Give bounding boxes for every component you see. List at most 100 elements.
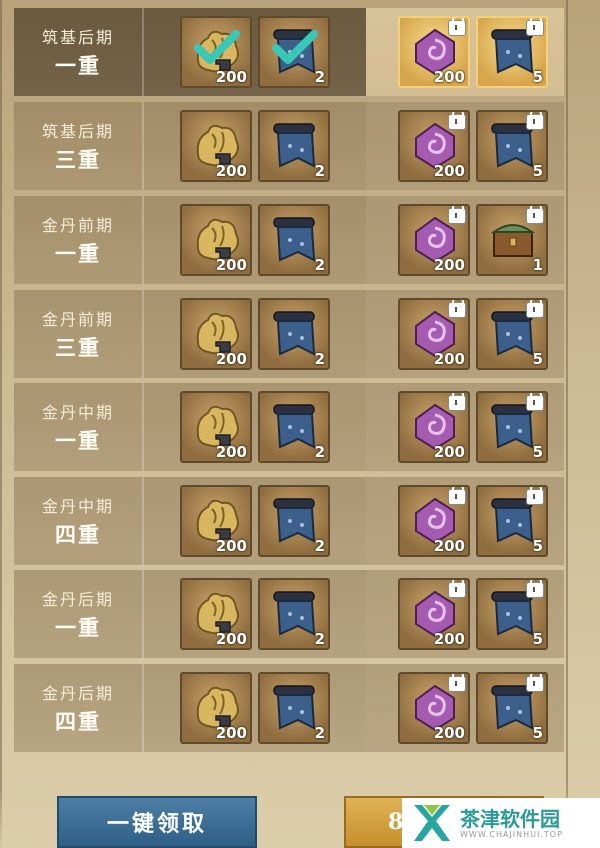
premium-reward-slot-group: 200 5 xyxy=(366,477,564,565)
stage-level: 四重 xyxy=(55,522,101,547)
reward-row: 金丹中期 一重 200 2 200 5 xyxy=(14,383,564,471)
lock-icon xyxy=(448,580,466,598)
premium-reward-item[interactable]: 5 xyxy=(476,16,548,88)
stage-label: 金丹中期 四重 xyxy=(14,477,144,565)
premium-reward-item[interactable]: 5 xyxy=(476,110,548,182)
watermark-name: 茶津软件园 xyxy=(460,806,560,831)
item-count: 5 xyxy=(532,350,543,368)
item-count: 1 xyxy=(532,256,543,274)
free-reward-item[interactable]: 200 xyxy=(180,204,252,276)
item-count: 200 xyxy=(215,443,247,461)
stage-label: 金丹前期 一重 xyxy=(14,196,144,284)
stage-name: 金丹后期 xyxy=(41,684,114,703)
free-reward-slot-group: 200 2 xyxy=(144,570,366,658)
stage-level: 一重 xyxy=(55,428,101,453)
lock-icon xyxy=(526,487,544,505)
lock-icon xyxy=(448,18,466,36)
free-reward-slot-group: 200 2 xyxy=(144,290,366,378)
free-reward-item[interactable]: 2 xyxy=(258,578,330,650)
free-reward-item[interactable]: 2 xyxy=(258,16,330,88)
item-count: 2 xyxy=(314,350,325,368)
lock-icon xyxy=(448,112,466,130)
item-count: 200 xyxy=(433,256,465,274)
premium-reward-item[interactable]: 200 xyxy=(398,110,470,182)
premium-reward-item[interactable]: 200 xyxy=(398,298,470,370)
lock-icon xyxy=(526,580,544,598)
stage-level: 四重 xyxy=(55,709,101,734)
premium-reward-item[interactable]: 5 xyxy=(476,672,548,744)
premium-reward-item[interactable]: 5 xyxy=(476,391,548,463)
stage-name: 金丹中期 xyxy=(41,497,114,516)
premium-reward-item[interactable]: 200 xyxy=(398,578,470,650)
premium-reward-item[interactable]: 200 xyxy=(398,16,470,88)
item-count: 2 xyxy=(314,68,325,86)
stage-label: 金丹前期 三重 xyxy=(14,290,144,378)
watermark-logo-icon xyxy=(414,805,450,841)
free-reward-item[interactable]: 200 xyxy=(180,110,252,182)
premium-reward-slot-group: 200 1 xyxy=(366,196,564,284)
premium-reward-item[interactable]: 200 xyxy=(398,485,470,557)
stage-label: 筑基后期 一重 xyxy=(14,8,144,96)
lock-icon xyxy=(526,18,544,36)
free-reward-item[interactable]: 2 xyxy=(258,110,330,182)
stage-level: 一重 xyxy=(55,241,101,266)
premium-reward-item[interactable]: 5 xyxy=(476,298,548,370)
free-reward-slot-group: 200 2 xyxy=(144,196,366,284)
item-count: 200 xyxy=(433,630,465,648)
watermark: 茶津软件园 WWW.CHAJINHUI.TOP xyxy=(402,798,600,848)
lock-icon xyxy=(448,206,466,224)
item-count: 200 xyxy=(215,162,247,180)
item-count: 200 xyxy=(433,68,465,86)
item-count: 200 xyxy=(215,630,247,648)
stage-level: 三重 xyxy=(55,335,101,360)
premium-reward-item[interactable]: 5 xyxy=(476,485,548,557)
premium-reward-slot-group: 200 5 xyxy=(366,664,564,752)
free-reward-item[interactable]: 200 xyxy=(180,391,252,463)
free-reward-slot-group: 200 2 xyxy=(144,102,366,190)
free-reward-item[interactable]: 200 xyxy=(180,672,252,744)
free-reward-item[interactable]: 200 xyxy=(180,485,252,557)
free-reward-item[interactable]: 200 xyxy=(180,298,252,370)
premium-reward-slot-group: 200 5 xyxy=(366,383,564,471)
free-reward-slot-group: 200 2 xyxy=(144,477,366,565)
item-count: 5 xyxy=(532,162,543,180)
premium-reward-item[interactable]: 1 xyxy=(476,204,548,276)
item-count: 200 xyxy=(215,68,247,86)
stage-label: 金丹中期 一重 xyxy=(14,383,144,471)
reward-row: 金丹后期 四重 200 2 200 5 xyxy=(14,664,564,752)
free-reward-item[interactable]: 200 xyxy=(180,578,252,650)
lock-icon xyxy=(448,487,466,505)
claim-all-button[interactable]: 一键领取 xyxy=(57,796,257,848)
premium-reward-item[interactable]: 200 xyxy=(398,391,470,463)
item-count: 200 xyxy=(433,350,465,368)
premium-reward-item[interactable]: 200 xyxy=(398,204,470,276)
stage-name: 筑基后期 xyxy=(41,28,114,47)
claimed-check-icon xyxy=(194,30,240,64)
premium-reward-item[interactable]: 5 xyxy=(476,578,548,650)
free-reward-item[interactable]: 200 xyxy=(180,16,252,88)
premium-reward-slot-group: 200 5 xyxy=(366,8,564,96)
premium-reward-slot-group: 200 5 xyxy=(366,290,564,378)
lock-icon xyxy=(526,393,544,411)
stage-level: 一重 xyxy=(55,615,101,640)
premium-reward-slot-group: 200 5 xyxy=(366,570,564,658)
item-count: 200 xyxy=(433,724,465,742)
lock-icon xyxy=(526,112,544,130)
item-count: 200 xyxy=(215,537,247,555)
free-reward-slot-group: 200 2 xyxy=(144,383,366,471)
free-reward-item[interactable]: 2 xyxy=(258,204,330,276)
item-count: 200 xyxy=(215,350,247,368)
item-count: 2 xyxy=(314,443,325,461)
item-count: 5 xyxy=(532,630,543,648)
premium-reward-item[interactable]: 200 xyxy=(398,672,470,744)
free-reward-item[interactable]: 2 xyxy=(258,391,330,463)
free-reward-item[interactable]: 2 xyxy=(258,485,330,557)
item-count: 5 xyxy=(532,724,543,742)
lock-icon xyxy=(526,206,544,224)
free-reward-item[interactable]: 2 xyxy=(258,298,330,370)
item-count: 2 xyxy=(314,256,325,274)
claimed-check-icon xyxy=(272,30,318,64)
item-count: 200 xyxy=(433,537,465,555)
free-reward-item[interactable]: 2 xyxy=(258,672,330,744)
reward-row: 筑基后期 三重 200 2 200 5 xyxy=(14,102,564,190)
